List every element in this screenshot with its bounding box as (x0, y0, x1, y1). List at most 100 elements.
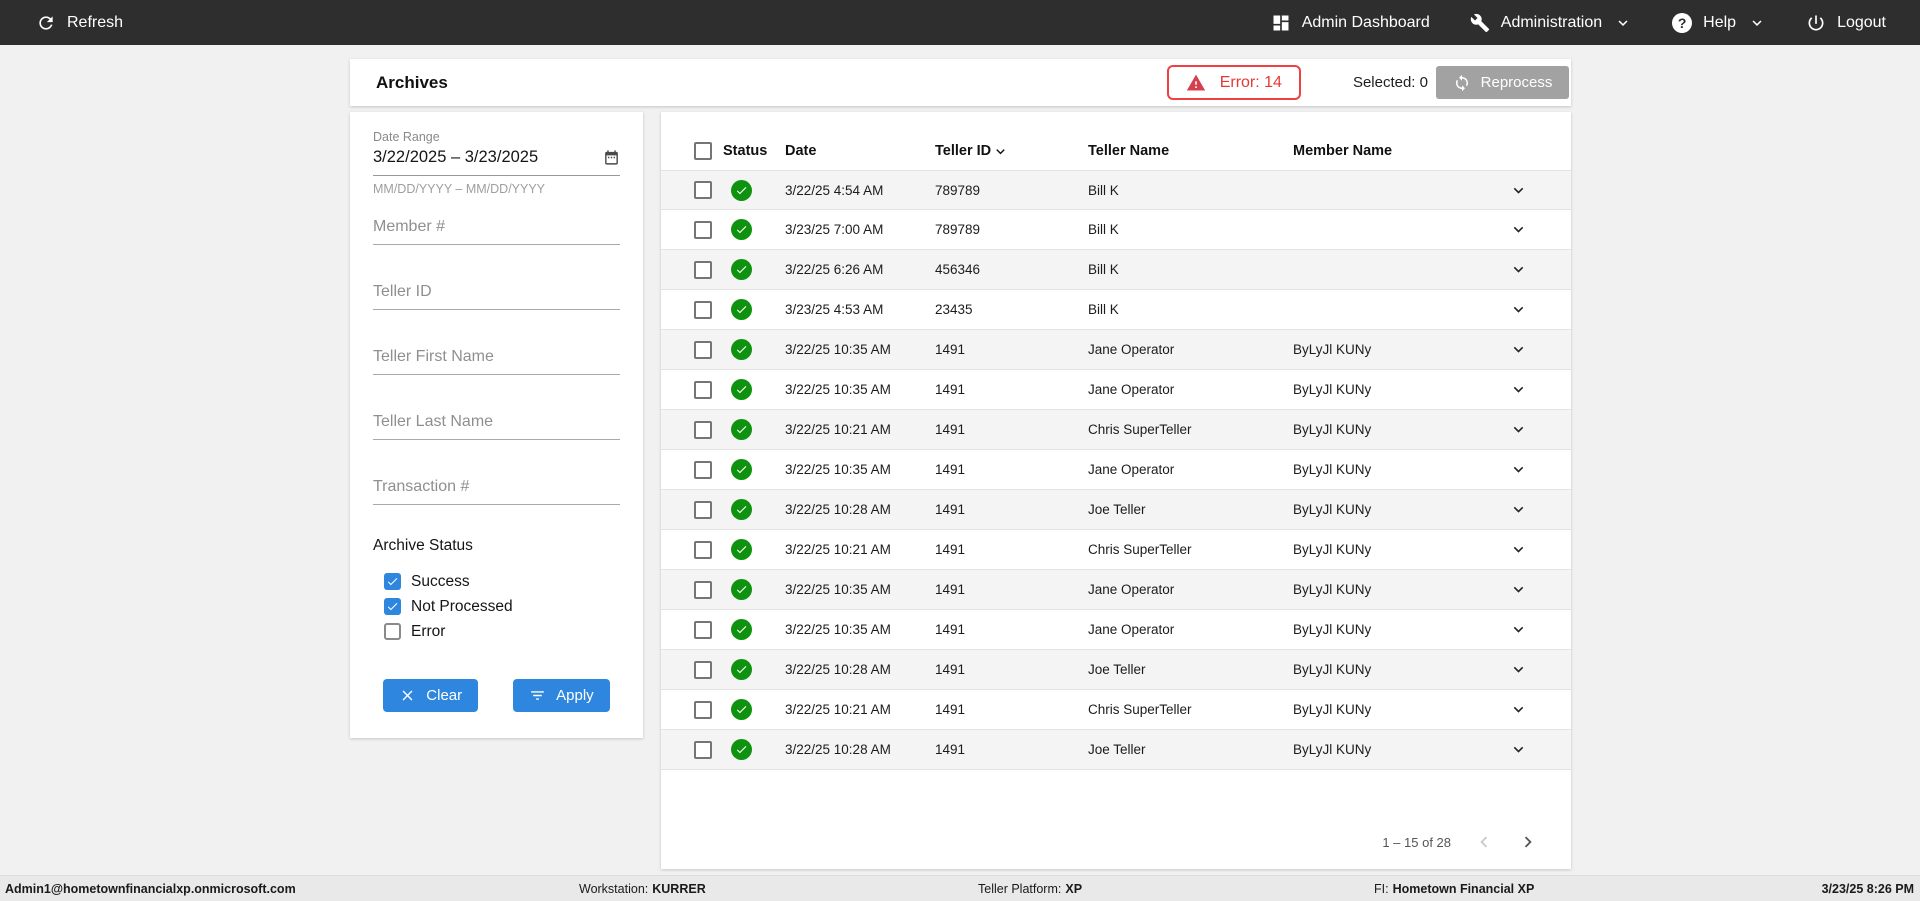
member-number-input[interactable] (373, 210, 620, 245)
error-label: Error: 14 (1219, 73, 1282, 91)
select-all-checkbox[interactable] (694, 142, 712, 160)
row-teller-name: Bill K (1088, 222, 1119, 237)
expand-row-button[interactable] (1509, 181, 1545, 200)
expand-row-button[interactable] (1509, 660, 1545, 679)
row-checkbox[interactable] (694, 620, 712, 639)
date-range-field[interactable] (373, 148, 620, 176)
success-status-icon (731, 259, 752, 280)
success-status-icon (731, 459, 752, 480)
row-checkbox[interactable] (694, 460, 712, 479)
row-checkbox[interactable] (694, 300, 712, 319)
chevron-down-icon (1513, 746, 1524, 753)
row-teller-name: Jane Operator (1088, 582, 1175, 597)
row-checkbox[interactable] (694, 220, 712, 239)
logout-label: Logout (1837, 13, 1886, 31)
checkbox-label: Not Processed (411, 597, 513, 615)
checkbox-checked-icon[interactable] (384, 598, 401, 615)
row-date: 3/22/25 10:28 AM (785, 742, 891, 757)
expand-row-button[interactable] (1509, 620, 1545, 639)
archives-table: Status Date Teller ID Teller Name Member… (661, 112, 1571, 869)
expand-row-button[interactable] (1509, 700, 1545, 719)
expand-row-button[interactable] (1509, 260, 1545, 279)
row-checkbox[interactable] (694, 660, 712, 679)
row-member-name: ByLyJl KUNy (1293, 622, 1372, 637)
row-checkbox[interactable] (694, 700, 712, 719)
reprocess-button[interactable]: Reprocess (1436, 66, 1569, 99)
success-status-icon (731, 659, 752, 680)
refresh-button[interactable]: Refresh (36, 13, 123, 33)
help-menu[interactable]: ? Help (1672, 12, 1766, 33)
column-header-teller-name: Teller Name (1088, 143, 1170, 159)
expand-row-button[interactable] (1509, 500, 1545, 519)
admin-dashboard-button[interactable]: Admin Dashboard (1271, 13, 1430, 33)
teller-first-name-input[interactable] (373, 340, 620, 375)
row-teller-id: 1491 (935, 462, 966, 477)
expand-row-button[interactable] (1509, 220, 1545, 239)
expand-row-button[interactable] (1509, 460, 1545, 479)
row-member-name: ByLyJl KUNy (1293, 582, 1372, 597)
error-badge[interactable]: Error: 14 (1166, 65, 1301, 100)
apply-button[interactable]: Apply (513, 679, 610, 712)
row-teller-name: Joe Teller (1088, 502, 1146, 517)
expand-row-button[interactable] (1509, 420, 1545, 439)
table-body: 3/22/25 4:54 AM 789789 Bill K 3/23/25 7:… (661, 170, 1571, 770)
expand-row-button[interactable] (1509, 740, 1545, 759)
administration-menu[interactable]: Administration (1470, 13, 1632, 33)
checkbox-unchecked-icon[interactable] (384, 623, 401, 640)
apply-label: Apply (556, 687, 594, 704)
table-row: 3/22/25 10:21 AM 1491 Chris SuperTeller … (661, 690, 1571, 730)
pagination: 1 – 15 of 28 (1382, 831, 1539, 853)
application-window: Refresh Admin Dashboard Administration ?… (0, 0, 1920, 901)
logout-button[interactable]: Logout (1806, 13, 1886, 33)
row-checkbox[interactable] (694, 540, 712, 559)
row-teller-name: Joe Teller (1088, 742, 1146, 757)
date-range-input[interactable] (373, 148, 573, 167)
expand-row-button[interactable] (1509, 580, 1545, 599)
footer-teller-platform: Teller Platform: XP (978, 881, 1083, 896)
table-row: 3/22/25 10:28 AM 1491 Joe Teller ByLyJl … (661, 730, 1571, 770)
column-header-teller-id[interactable]: Teller ID (935, 143, 1088, 160)
checkbox-label: Error (411, 622, 446, 640)
table-header-row: Status Date Teller ID Teller Name Member… (661, 112, 1571, 170)
row-checkbox[interactable] (694, 580, 712, 599)
success-status-icon (731, 539, 752, 560)
row-member-name: ByLyJl KUNy (1293, 382, 1372, 397)
teller-id-input[interactable] (373, 275, 620, 310)
dashboard-icon (1273, 15, 1289, 30)
chevron-down-icon (1513, 506, 1524, 513)
expand-row-button[interactable] (1509, 380, 1545, 399)
expand-row-button[interactable] (1509, 340, 1545, 359)
row-teller-id: 1491 (935, 622, 966, 637)
row-checkbox[interactable] (694, 500, 712, 519)
clear-button[interactable]: Clear (383, 679, 479, 712)
chevron-down-icon (1513, 226, 1524, 233)
row-checkbox[interactable] (694, 740, 712, 759)
row-checkbox[interactable] (694, 380, 712, 399)
transaction-number-input[interactable] (373, 470, 620, 505)
table-row: 3/22/25 10:35 AM 1491 Jane Operator ByLy… (661, 610, 1571, 650)
archive-status-option[interactable]: Success (373, 569, 620, 594)
row-checkbox[interactable] (694, 340, 712, 359)
checkbox-checked-icon[interactable] (384, 573, 401, 590)
row-member-name: ByLyJl KUNy (1293, 702, 1372, 717)
calendar-icon[interactable] (603, 149, 620, 166)
sort-desc-icon (996, 148, 1005, 154)
archive-status-option[interactable]: Error (373, 619, 620, 644)
teller-last-name-input[interactable] (373, 405, 620, 440)
row-member-name: ByLyJl KUNy (1293, 542, 1372, 557)
row-teller-name: Chris SuperTeller (1088, 422, 1192, 437)
previous-page-button[interactable] (1473, 831, 1495, 853)
row-checkbox[interactable] (694, 420, 712, 439)
chevron-down-icon (1513, 586, 1524, 593)
expand-row-button[interactable] (1509, 300, 1545, 319)
chevron-down-icon (1752, 19, 1762, 26)
administration-label: Administration (1500, 13, 1603, 31)
next-page-button[interactable] (1517, 831, 1539, 853)
row-checkbox[interactable] (694, 181, 712, 199)
archive-status-option[interactable]: Not Processed (373, 594, 620, 619)
success-status-icon (731, 699, 752, 720)
archive-status-label: Archive Status (373, 537, 473, 554)
expand-row-button[interactable] (1509, 540, 1545, 559)
footer-fi: FI: Hometown Financial XP (1374, 881, 1535, 896)
row-checkbox[interactable] (694, 260, 712, 279)
